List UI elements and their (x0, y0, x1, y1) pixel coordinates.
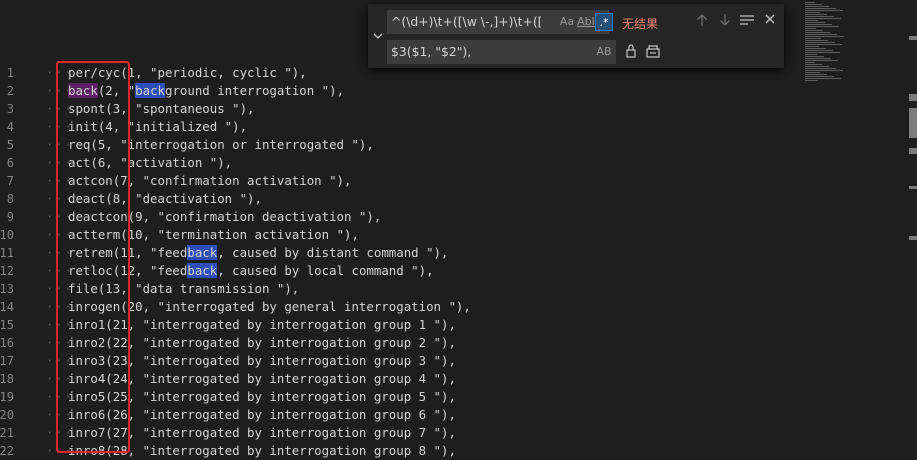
match-highlight: back (135, 83, 165, 98)
arrow-down-icon[interactable] (716, 13, 734, 31)
scrollbar-marker (909, 148, 917, 154)
minimap-line (805, 40, 828, 41)
line-number: 16 (0, 336, 14, 350)
replace-icon[interactable] (622, 43, 640, 63)
line-number: 15 (0, 318, 14, 332)
annotation-highlight-box (56, 61, 130, 453)
scrollbar-marker (909, 108, 917, 138)
replace-input[interactable]: $3($1, "$2"), (391, 43, 571, 61)
scrollbar-marker (909, 36, 917, 40)
find-replace-widget: ^(\d+)\t+([\w \-,]+)\t+([\w/ Aa AbI .* 无… (368, 4, 784, 68)
minimap-line (805, 44, 842, 45)
line-number: 10 (0, 228, 14, 242)
minimap-line (805, 78, 841, 79)
minimap-line (805, 74, 827, 75)
line-number: 2 (6, 84, 14, 98)
match-highlight: back (187, 245, 218, 260)
match-case-toggle[interactable]: Aa (559, 13, 575, 31)
minimap-line (805, 32, 830, 33)
line-number: 19 (0, 390, 14, 404)
close-icon[interactable] (761, 13, 779, 29)
preserve-case-toggle[interactable]: AB (595, 43, 613, 61)
minimap-line (805, 14, 827, 15)
scrollbar-marker (909, 236, 917, 240)
minimap-line (805, 30, 823, 31)
code-text: ground interrogation "), (165, 83, 345, 98)
minimap-line (805, 26, 839, 27)
whole-word-toggle[interactable]: AbI (577, 13, 595, 31)
minimap-line (805, 50, 833, 51)
line-number: 8 (6, 192, 14, 206)
line-number: 5 (6, 138, 14, 152)
scrollbar-marker (909, 94, 917, 101)
line-number: 18 (0, 372, 14, 386)
line-number: 20 (0, 408, 14, 422)
minimap-line (805, 64, 822, 65)
line-number: 14 (0, 300, 14, 314)
minimap-line (805, 76, 834, 77)
minimap-line (805, 80, 818, 81)
minimap-line (805, 62, 815, 63)
minimap-line (805, 68, 836, 69)
minimap-line (805, 22, 825, 23)
minimap-line (805, 6, 829, 7)
minimap-line (805, 72, 820, 73)
minimap-line (805, 48, 826, 49)
minimap-line (805, 46, 819, 47)
scrollbar-marker (909, 186, 917, 189)
minimap[interactable] (805, 2, 851, 84)
line-number: 21 (0, 426, 14, 440)
minimap-line (805, 54, 817, 55)
replace-input-box[interactable]: $3($1, "$2"), AB (387, 40, 616, 64)
line-number: 3 (6, 102, 14, 116)
minimap-line (805, 16, 834, 17)
arrow-up-icon[interactable] (693, 13, 711, 31)
line-number: 7 (6, 174, 14, 188)
line-number: 4 (6, 120, 14, 134)
line-number: 6 (6, 156, 14, 170)
line-number: 1 (6, 66, 14, 80)
find-input-box[interactable]: ^(\d+)\t+([\w \-,]+)\t+([\w/ Aa AbI .* (387, 10, 613, 34)
line-number: 13 (0, 282, 14, 296)
line-number: 9 (6, 210, 14, 224)
minimap-line (805, 18, 841, 19)
find-input[interactable]: ^(\d+)\t+([\w \-,]+)\t+([\w/ (391, 13, 541, 31)
code-text: , caused by local command "), (217, 263, 434, 278)
minimap-line (805, 24, 832, 25)
replace-all-icon[interactable] (644, 43, 662, 63)
minimap-line (805, 56, 824, 57)
regex-toggle[interactable]: .* (595, 13, 613, 31)
minimap-line (805, 36, 844, 37)
no-result-status: 无结果 (622, 17, 659, 31)
chevron-down-icon[interactable] (370, 4, 386, 68)
minimap-line (805, 20, 818, 21)
find-in-selection-icon[interactable] (738, 13, 756, 31)
minimap-line (805, 4, 822, 5)
code-text: , caused by distant command "), (217, 245, 449, 260)
line-number: 22 (0, 444, 14, 458)
minimap-line (805, 8, 836, 9)
minimap-line (805, 2, 815, 3)
line-number: 12 (0, 264, 14, 278)
match-highlight: back (187, 263, 218, 278)
minimap-line (805, 34, 837, 35)
minimap-line (805, 42, 835, 43)
code-editor[interactable]: 1 2 3 4 5 6 7 8 9 10 11 12 13 14 15 16 17 18 19 20 21 22 ··· p… (0, 0, 917, 458)
line-number: 17 (0, 354, 14, 368)
minimap-line (805, 38, 821, 39)
line-number: 11 (0, 246, 14, 260)
minimap-line (805, 66, 829, 67)
minimap-line (805, 70, 843, 71)
minimap-line (805, 52, 840, 53)
minimap-line (805, 10, 843, 11)
minimap-line (805, 28, 816, 29)
minimap-line (805, 60, 838, 61)
minimap-line (805, 58, 831, 59)
minimap-line (805, 12, 820, 13)
